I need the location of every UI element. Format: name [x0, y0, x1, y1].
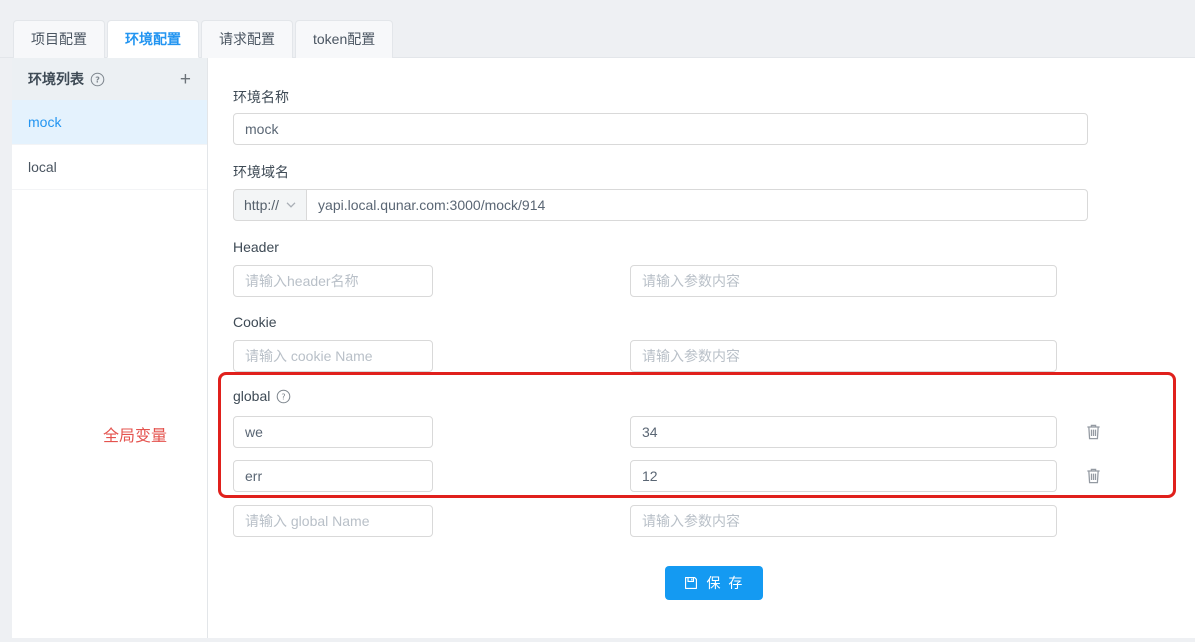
- env-name-label: 环境名称: [233, 87, 1195, 107]
- header-name-input[interactable]: [233, 265, 433, 297]
- environment-list-header: 环境列表 ? +: [12, 58, 207, 100]
- save-button[interactable]: 保 存: [665, 566, 764, 600]
- environment-name: mock: [28, 114, 61, 130]
- svg-text:?: ?: [95, 75, 100, 84]
- save-icon: [684, 576, 698, 590]
- environment-name: local: [28, 159, 57, 175]
- add-environment-button[interactable]: +: [180, 70, 191, 89]
- environment-form: 环境名称 环境域名 http:// Header Cookie: [208, 58, 1195, 638]
- global-kv-row-empty: [233, 505, 1195, 537]
- content-card: 环境列表 ? + mock local 环境名称 环境域名 http:: [12, 58, 1195, 638]
- environment-sidebar: 环境列表 ? + mock local: [12, 58, 208, 638]
- environment-list-title: 环境列表: [28, 69, 84, 89]
- cookie-name-input[interactable]: [233, 340, 433, 372]
- env-name-input[interactable]: [233, 113, 1088, 145]
- global-kv-row: [233, 416, 1195, 448]
- tab-request-config[interactable]: 请求配置: [201, 20, 293, 58]
- env-domain-input-group: http://: [233, 189, 1088, 221]
- global-name-input[interactable]: [233, 505, 433, 537]
- global-value-input[interactable]: [630, 460, 1057, 492]
- tab-project-config[interactable]: 项目配置: [13, 20, 105, 58]
- trash-icon: [1085, 423, 1102, 441]
- global-kv-row: [233, 460, 1195, 492]
- question-circle-icon[interactable]: ?: [276, 389, 291, 404]
- global-value-input[interactable]: [630, 416, 1057, 448]
- global-label-text: global: [233, 388, 270, 404]
- config-tab-bar: 项目配置 环境配置 请求配置 token配置: [0, 0, 1195, 58]
- trash-icon: [1085, 467, 1102, 485]
- tab-token-config[interactable]: token配置: [295, 20, 393, 58]
- chevron-down-icon: [286, 202, 296, 208]
- env-domain-label: 环境域名: [233, 162, 1195, 182]
- global-name-input[interactable]: [233, 460, 433, 492]
- question-circle-icon[interactable]: ?: [90, 72, 105, 87]
- tab-environment-config[interactable]: 环境配置: [107, 20, 199, 58]
- cookie-section-label: Cookie: [233, 312, 1195, 332]
- sidebar-item-local[interactable]: local: [12, 145, 207, 190]
- sidebar-item-mock[interactable]: mock: [12, 100, 207, 145]
- global-value-input[interactable]: [630, 505, 1057, 537]
- save-row: 保 存: [233, 566, 1195, 600]
- protocol-value: http://: [244, 197, 279, 213]
- delete-row-button[interactable]: [1085, 423, 1102, 441]
- protocol-select[interactable]: http://: [233, 189, 307, 221]
- header-value-input[interactable]: [630, 265, 1057, 297]
- header-kv-row: [233, 265, 1195, 297]
- env-domain-input[interactable]: [306, 189, 1088, 221]
- environment-config-page: 项目配置 环境配置 请求配置 token配置 环境列表 ? + mock loc…: [0, 0, 1195, 642]
- svg-text:?: ?: [282, 392, 286, 401]
- save-button-label: 保 存: [707, 573, 745, 593]
- header-section-label: Header: [233, 237, 1195, 257]
- global-section-label: global ?: [233, 386, 1195, 406]
- delete-row-button[interactable]: [1085, 467, 1102, 485]
- cookie-value-input[interactable]: [630, 340, 1057, 372]
- global-name-input[interactable]: [233, 416, 433, 448]
- cookie-kv-row: [233, 340, 1195, 372]
